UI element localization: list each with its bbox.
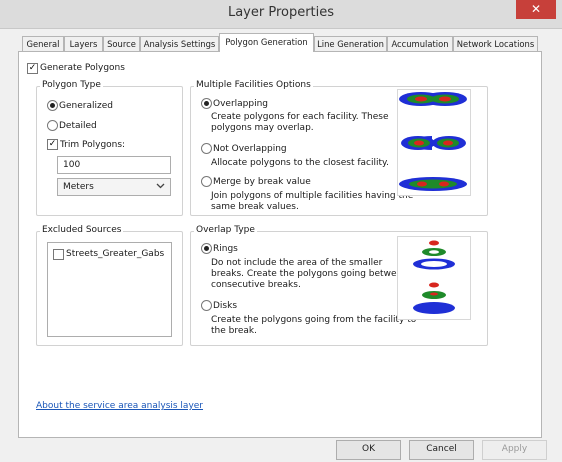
tab-accumulation[interactable]: Accumulation [387,36,453,51]
rings-label: Rings [213,244,238,254]
overlapping-radio[interactable] [201,98,212,109]
generalized-label: Generalized [59,101,113,111]
detailed-radio[interactable] [47,120,58,131]
generate-polygons-checkbox[interactable]: ✓ [27,63,38,74]
generalized-radio[interactable] [47,100,58,111]
tab-network-locations[interactable]: Network Locations [453,36,538,51]
overlapping-desc-2: polygons may overlap. [211,123,314,133]
excluded-sources-title: Excluded Sources [40,225,124,235]
tab-polygon-generation[interactable]: Polygon Generation [219,33,314,52]
rings-desc-3: consecutive breaks. [211,280,301,290]
apply-button[interactable]: Apply [482,440,547,460]
disks-desc-1: Create the polygons going from the facil… [211,315,417,325]
facility-polygons-image [399,92,467,191]
about-service-area-link[interactable]: About the service area analysis layer [36,401,203,411]
multiple-facilities-illustration [397,89,471,196]
tab-general[interactable]: General [22,36,64,51]
rings-radio[interactable] [201,243,212,254]
tab-panel: ✓ Generate Polygons Polygon Type General… [18,51,542,438]
title-bar: Layer Properties ✕ [0,0,562,29]
excluded-sources-group: Excluded Sources Streets_Greater_Gabs [36,225,183,346]
list-item-checkbox[interactable] [53,249,64,260]
close-button[interactable]: ✕ [516,0,556,19]
polygon-type-title: Polygon Type [40,80,103,90]
merge-desc-2: same break values. [211,202,299,212]
disks-label: Disks [213,301,238,311]
tab-source[interactable]: Source [103,36,140,51]
ok-button[interactable]: OK [336,440,401,460]
trim-units-select[interactable]: Meters [57,178,171,196]
disks-radio[interactable] [201,300,212,311]
chevron-down-icon [156,179,165,195]
close-icon: ✕ [530,2,542,16]
multiple-facilities-title: Multiple Facilities Options [194,80,313,90]
merge-desc-1: Join polygons of multiple facilities hav… [211,191,414,201]
rings-desc-1: Do not include the area of the smaller [211,258,383,268]
window-title: Layer Properties [227,5,335,20]
trim-units-value: Meters [63,182,94,192]
not-overlapping-radio[interactable] [201,143,212,154]
tab-analysis-settings[interactable]: Analysis Settings [140,36,219,51]
tab-layers[interactable]: Layers [64,36,103,51]
trim-distance-input[interactable]: 100 [57,156,171,174]
disks-desc-2: the break. [211,326,257,336]
not-overlapping-desc: Allocate polygons to the closest facilit… [211,158,389,168]
rings-desc-2: breaks. Create the polygons going betwee… [211,269,408,279]
detailed-label: Detailed [59,121,97,131]
rings-disks-image [413,240,455,314]
merge-radio[interactable] [201,176,212,187]
trim-polygons-label: Trim Polygons: [60,140,126,150]
tab-line-generation[interactable]: Line Generation [314,36,387,51]
overlap-type-illustration [397,236,471,320]
not-overlapping-label: Not Overlapping [213,144,287,154]
overlap-type-title: Overlap Type [194,225,257,235]
cancel-button[interactable]: Cancel [409,440,474,460]
excluded-sources-list[interactable]: Streets_Greater_Gabs [47,242,172,337]
trim-polygons-checkbox[interactable]: ✓ [47,139,58,150]
overlapping-desc-1: Create polygons for each facility. These [211,112,389,122]
merge-label: Merge by break value [213,177,311,187]
list-item-label: Streets_Greater_Gabs [66,249,165,259]
polygon-type-group: Polygon Type Generalized Detailed ✓ Trim… [36,80,183,216]
generate-polygons-label: Generate Polygons [40,63,125,73]
overlapping-label: Overlapping [213,99,269,109]
